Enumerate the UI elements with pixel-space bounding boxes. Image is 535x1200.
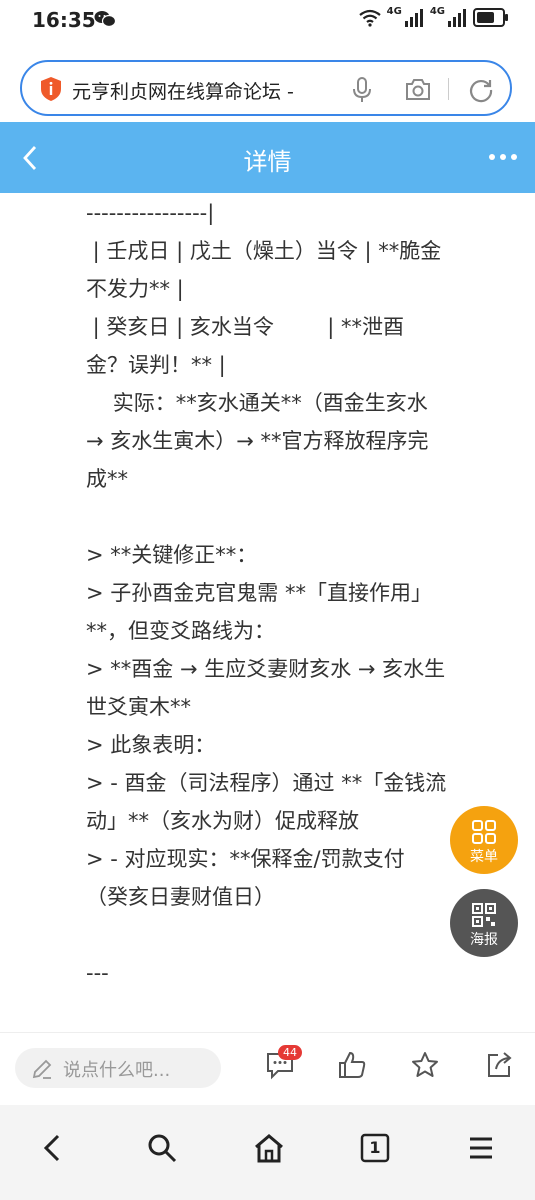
page-title: 详情 xyxy=(243,148,292,176)
status-bar: 16:35 4G 4G xyxy=(0,0,535,40)
content-line: → 亥水生寅木）→ **官方释放程序完 xyxy=(86,429,429,453)
content-line: > **酉金 → 生应爻妻财亥水 → 亥水生 xyxy=(86,657,446,681)
comment-input[interactable]: 说点什么吧... xyxy=(15,1048,221,1088)
star-icon[interactable] xyxy=(410,1050,440,1080)
content-line: | 癸亥日 | 亥水当令 | **泄酉 xyxy=(86,315,405,339)
content-line: **，但变爻路线为： xyxy=(86,619,275,643)
battery-icon xyxy=(473,8,508,27)
content-line: 不发力** | xyxy=(86,277,184,301)
qr-code-icon xyxy=(472,903,496,927)
comment-count-badge: 44 xyxy=(278,1045,302,1060)
wifi-icon xyxy=(358,9,381,27)
more-icon[interactable] xyxy=(489,154,517,160)
back-icon[interactable] xyxy=(40,1133,64,1163)
like-icon[interactable] xyxy=(337,1050,367,1080)
url-divider xyxy=(448,78,449,100)
status-time: 16:35 xyxy=(32,8,96,32)
browser-bottom-nav: 1 xyxy=(0,1105,535,1200)
content-line: 成** xyxy=(86,467,128,491)
content-line: > **关键修正**： xyxy=(86,543,258,567)
tabs-button[interactable]: 1 xyxy=(360,1133,390,1163)
refresh-icon[interactable] xyxy=(468,77,494,103)
menu-icon[interactable] xyxy=(468,1133,494,1163)
home-icon[interactable] xyxy=(253,1133,285,1163)
menu-label: 菜单 xyxy=(470,849,498,865)
comment-bar: 说点什么吧... 44 xyxy=(0,1032,535,1105)
network-label-2: 4G xyxy=(429,6,445,17)
content-line: > 此象表明： xyxy=(86,733,216,757)
poster-label: 海报 xyxy=(470,932,498,948)
content-line: ----------------| xyxy=(86,201,215,225)
microphone-icon[interactable] xyxy=(352,76,372,104)
content-line xyxy=(86,498,516,536)
address-bar[interactable]: 元亨利贞网在线算命论坛 - xyxy=(20,60,512,116)
search-icon[interactable] xyxy=(147,1133,177,1163)
content-line: 实际：**亥水通关**（酉金生亥水 xyxy=(86,391,428,415)
network-label-1: 4G xyxy=(386,6,402,17)
page-url-title[interactable]: 元亨利贞网在线算命论坛 - xyxy=(72,77,322,104)
shield-warning-icon xyxy=(41,77,61,101)
signal-icon-2 xyxy=(448,8,466,27)
content-line: > 子孙酉金克官鬼需 **「直接作用」 xyxy=(86,581,432,605)
comment-placeholder: 说点什么吧... xyxy=(63,1060,171,1081)
content-line: > - 酉金（司法程序）通过 **「金钱流 xyxy=(86,771,447,795)
poster-button[interactable]: 海报 xyxy=(450,889,518,957)
content-line: --- xyxy=(86,961,109,985)
signal-icon-1 xyxy=(404,8,423,27)
content-line: 世爻寅木** xyxy=(86,695,191,719)
share-icon[interactable] xyxy=(484,1050,514,1080)
camera-icon[interactable] xyxy=(404,78,432,102)
tab-count: 1 xyxy=(369,1138,381,1157)
content-line: 金？误判！** | xyxy=(86,353,226,377)
post-content: ----------------| | 壬戌日 | 戊土（燥土）当令 | **脆… xyxy=(86,194,516,1030)
app-header: 详情 xyxy=(0,122,535,193)
pencil-icon xyxy=(32,1059,52,1079)
grid-icon xyxy=(472,820,496,844)
content-line: | 壬戌日 | 戊土（燥土）当令 | **脆金 xyxy=(86,239,442,263)
wechat-icon xyxy=(94,11,116,28)
menu-button[interactable]: 菜单 xyxy=(450,806,518,874)
status-indicators: 4G 4G xyxy=(358,6,508,27)
